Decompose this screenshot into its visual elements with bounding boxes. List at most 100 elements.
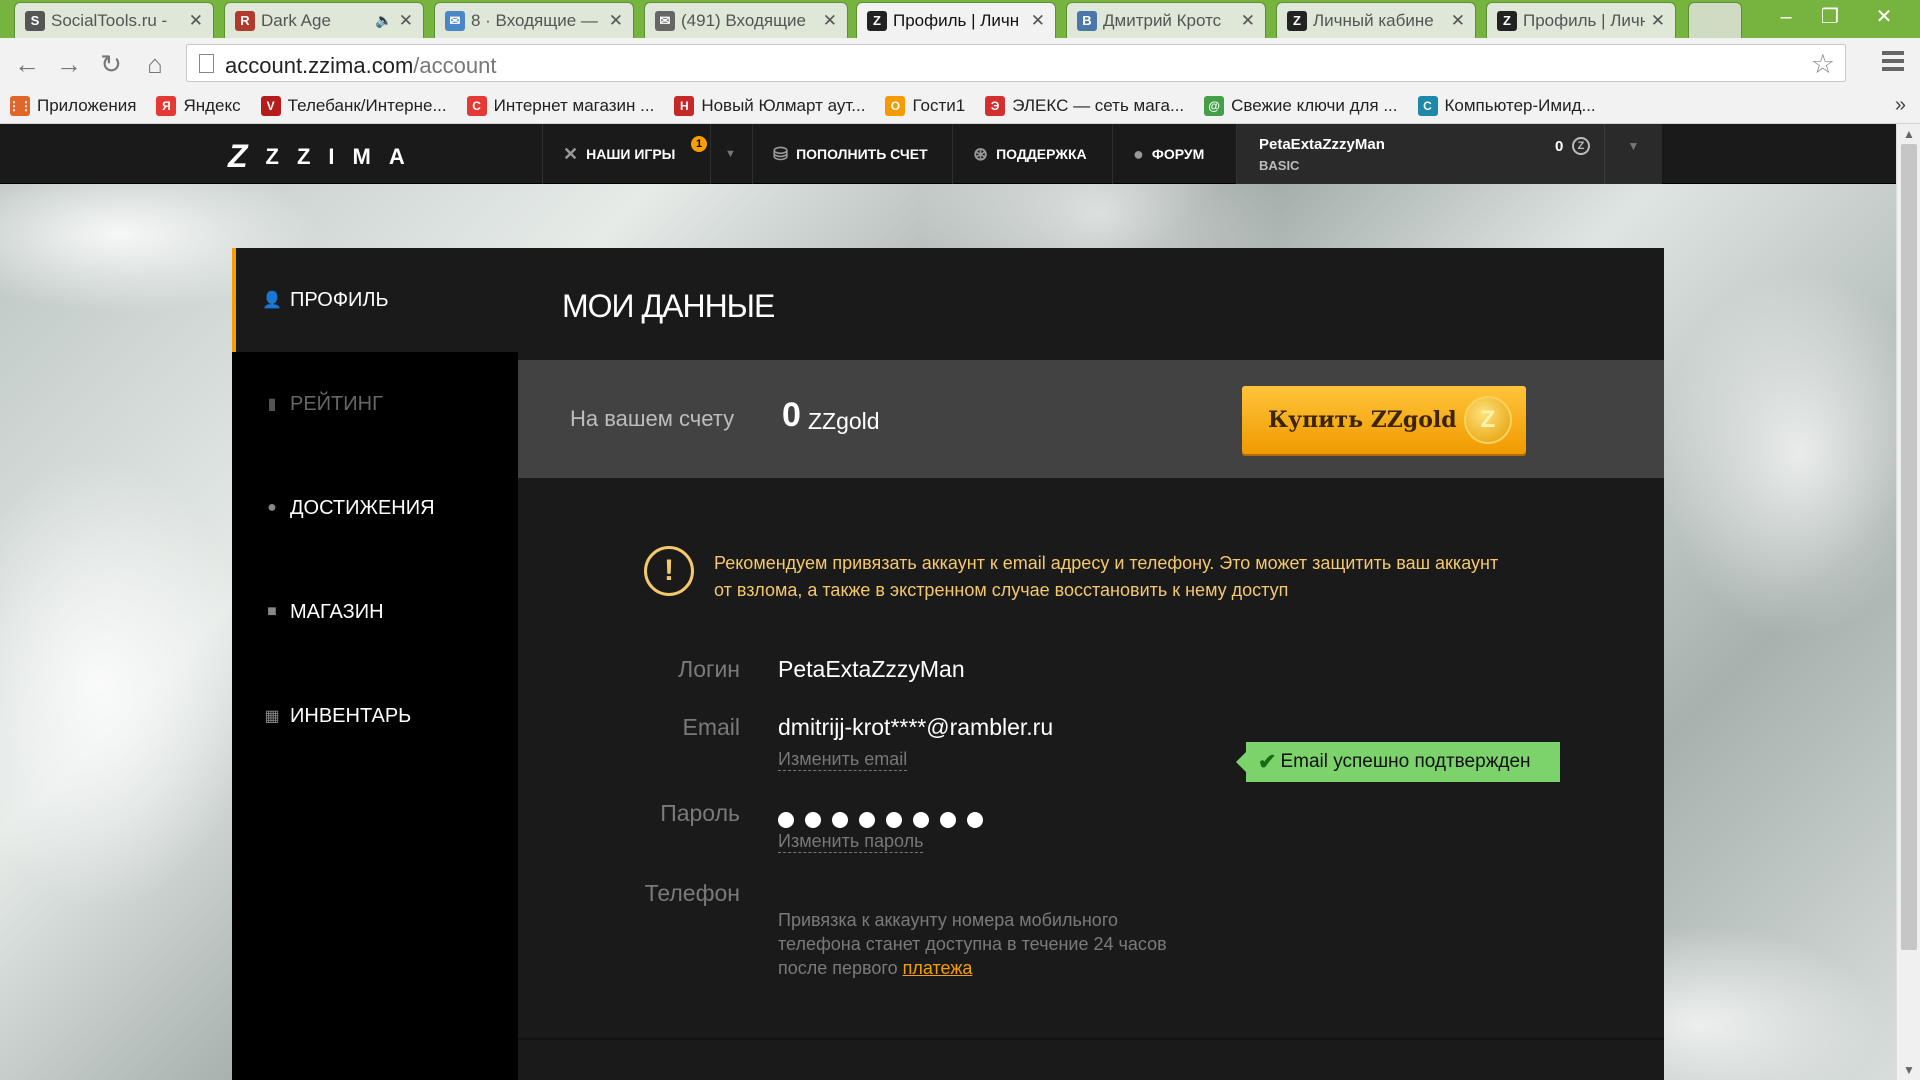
sidebar-item-label: ИНВЕНТАРЬ: [290, 704, 412, 727]
phone-note: Привязка к аккаунту номера мобильного те…: [778, 910, 1167, 978]
page-scrollbar[interactable]: ▲ ▼: [1896, 124, 1920, 1080]
warning-icon: !: [644, 546, 694, 596]
bookmark-favicon-icon: @: [1204, 95, 1225, 116]
back-button[interactable]: ←: [12, 49, 42, 79]
browser-tab[interactable]: Z Профиль | Личн ✕: [1486, 2, 1676, 38]
sidebar-item-inventory[interactable]: ▦ ИНВЕНТАРЬ: [232, 664, 518, 768]
close-window-button[interactable]: ✕: [1862, 4, 1906, 30]
bookmark-item[interactable]: Я Яндекс: [156, 95, 241, 116]
close-tab-icon[interactable]: ✕: [1031, 11, 1045, 31]
scroll-thumb[interactable]: [1901, 144, 1917, 950]
browser-tab[interactable]: ✉ 8 · Входящие — ✕: [434, 2, 634, 38]
zcoin-icon: Z: [1572, 137, 1590, 155]
sidebar-item-label: ПРОФИЛЬ: [290, 288, 389, 311]
achievement-icon: ●: [267, 499, 277, 516]
bookmark-favicon-icon: ⋮⋮: [8, 95, 32, 116]
tab-favicon-icon: S: [25, 10, 45, 31]
home-button[interactable]: ⌂: [140, 49, 170, 79]
lifebuoy-icon: ⊛: [973, 143, 989, 164]
bookmark-label: Интернет магазин ...: [493, 95, 655, 115]
site-header: Z ZZIMA ✕ НАШИ ИГРЫ 1 ▼ ⛁ ПОПОЛНИТЬ СЧЕТ…: [0, 124, 1896, 184]
close-tab-icon[interactable]: ✕: [1451, 11, 1465, 31]
browser-tab-bar: S SocialTools.ru - ✕ R Dark Age 🔈 ✕ ✉ 8 · Входящ…: [0, 0, 1920, 38]
url-text[interactable]: account.zzima.com/account: [225, 53, 496, 79]
balance-value: 0: [782, 396, 801, 434]
nav-forum[interactable]: ● ФОРУМ: [1112, 124, 1236, 184]
browser-tab[interactable]: S SocialTools.ru - ✕: [14, 2, 214, 38]
close-tab-icon[interactable]: ✕: [609, 11, 623, 31]
tab-favicon-icon: Z: [1497, 10, 1517, 31]
new-tab-button[interactable]: [1688, 2, 1742, 38]
zzgold-coin-icon: Z: [1464, 396, 1512, 444]
tab-title: Профиль | Личн: [1523, 10, 1645, 30]
close-tab-icon[interactable]: ✕: [189, 11, 203, 31]
tab-title: Профиль | Личн: [893, 10, 1020, 30]
shop-bag-icon: ■: [267, 603, 277, 620]
browser-tab[interactable]: ✉ (491) Входящие ✕: [644, 2, 848, 38]
bookmark-item[interactable]: О Гости1: [885, 95, 965, 116]
browser-tab[interactable]: Z Профиль | Личн ✕: [856, 2, 1056, 38]
tab-favicon-icon: ✉: [655, 10, 675, 31]
account-tier: BASIC: [1259, 158, 1300, 173]
bookmark-item[interactable]: H Новый Юлмарт аут...: [674, 95, 866, 116]
bookmarks-overflow-button[interactable]: »: [1895, 94, 1906, 117]
reload-button[interactable]: ↻: [96, 49, 126, 79]
nav-our-games[interactable]: ✕ НАШИ ИГРЫ 1: [542, 124, 710, 184]
buy-zzgold-button[interactable]: Купить ZZgold Z: [1242, 386, 1526, 454]
nav-support[interactable]: ⊛ ПОДДЕРЖКА: [952, 124, 1112, 184]
user-account-box[interactable]: PetaExtaZzzyMan BASIC 0 Z: [1236, 124, 1604, 184]
scroll-down-arrow[interactable]: ▼: [1897, 1060, 1920, 1080]
user-menu-dropdown[interactable]: ▼: [1604, 124, 1662, 184]
sidebar-item-rating[interactable]: ▮ РЕЙТИНГ: [232, 352, 518, 456]
scroll-up-arrow[interactable]: ▲: [1897, 124, 1920, 144]
close-tab-icon[interactable]: ✕: [1241, 11, 1255, 31]
address-bar[interactable]: account.zzima.com/account ☆: [186, 44, 1846, 82]
bookmark-item[interactable]: V Телебанк/Интерне...: [260, 95, 447, 116]
forward-button[interactable]: →: [54, 49, 84, 79]
close-tab-icon[interactable]: ✕: [399, 11, 413, 31]
tab-title: 8 · Входящие —: [471, 10, 598, 30]
tab-favicon-icon: R: [235, 10, 255, 31]
browser-menu-button[interactable]: [1882, 51, 1904, 75]
email-value: dmitrijj-krot****@rambler.ru: [778, 714, 1054, 740]
browser-tab[interactable]: R Dark Age 🔈 ✕: [224, 2, 424, 38]
password-mask: [778, 812, 994, 828]
maximize-button[interactable]: ❐: [1808, 4, 1852, 30]
sidebar-item-achievements[interactable]: ● ДОСТИЖЕНИЯ: [232, 456, 518, 560]
minimize-button[interactable]: ‒: [1764, 4, 1808, 30]
speaker-icon[interactable]: 🔈: [375, 12, 392, 29]
header-balance: 0: [1555, 138, 1564, 155]
close-tab-icon[interactable]: ✕: [823, 11, 837, 31]
bookmark-star-icon[interactable]: ☆: [1811, 49, 1835, 80]
bookmark-item[interactable]: ⋮⋮ Приложения: [8, 95, 136, 116]
bookmark-item[interactable]: C Компьютер-Имид...: [1417, 95, 1596, 116]
browser-tab[interactable]: Z Личный кабине ✕: [1276, 2, 1476, 38]
zzima-logo[interactable]: Z ZZIMA: [228, 138, 423, 175]
close-tab-icon[interactable]: ✕: [1651, 11, 1665, 31]
bookmark-item[interactable]: @ Свежие ключи для ...: [1204, 95, 1398, 116]
email-confirmed-badge: ✔ Email успешно подтвержден: [1236, 742, 1560, 782]
tab-favicon-icon: B: [1077, 10, 1097, 31]
payment-link[interactable]: платежа: [903, 958, 973, 978]
sidebar-item-profile[interactable]: 👤 ПРОФИЛЬ: [232, 248, 518, 352]
page-title: МОИ ДАННЫЕ: [562, 288, 775, 324]
sidebar-item-shop[interactable]: ■ МАГАЗИН: [232, 560, 518, 664]
account-sidebar: 👤 ПРОФИЛЬ ▮ РЕЙТИНГ ● ДОСТИЖЕНИЯ ■ МАГАЗ…: [232, 248, 518, 1080]
bookmark-favicon-icon: Э: [985, 95, 1006, 116]
browser-tab[interactable]: B Дмитрий Кротс ✕: [1066, 2, 1266, 38]
change-email-link[interactable]: Изменить email: [778, 748, 908, 771]
change-password-link[interactable]: Изменить пароль: [778, 830, 924, 853]
bookmark-item[interactable]: Э ЭЛЕКС — сеть мага...: [985, 95, 1184, 116]
games-badge: 1: [691, 136, 707, 152]
nav-games-dropdown[interactable]: ▼: [710, 124, 752, 184]
tab-title: Dark Age: [261, 10, 331, 30]
bookmark-favicon-icon: V: [260, 95, 281, 116]
account-panel: 👤 ПРОФИЛЬ ▮ РЕЙТИНГ ● ДОСТИЖЕНИЯ ■ МАГАЗ…: [232, 248, 1664, 1080]
bookmark-label: Новый Юлмарт аут...: [701, 95, 866, 115]
page-icon: [199, 54, 214, 73]
content-divider: [518, 1038, 1664, 1040]
tab-title: SocialTools.ru -: [51, 10, 168, 30]
nav-topup[interactable]: ⛁ ПОПОЛНИТЬ СЧЕТ: [752, 124, 952, 184]
bookmark-item[interactable]: C Интернет магазин ...: [466, 95, 655, 116]
logo-mark: Z: [228, 138, 248, 174]
